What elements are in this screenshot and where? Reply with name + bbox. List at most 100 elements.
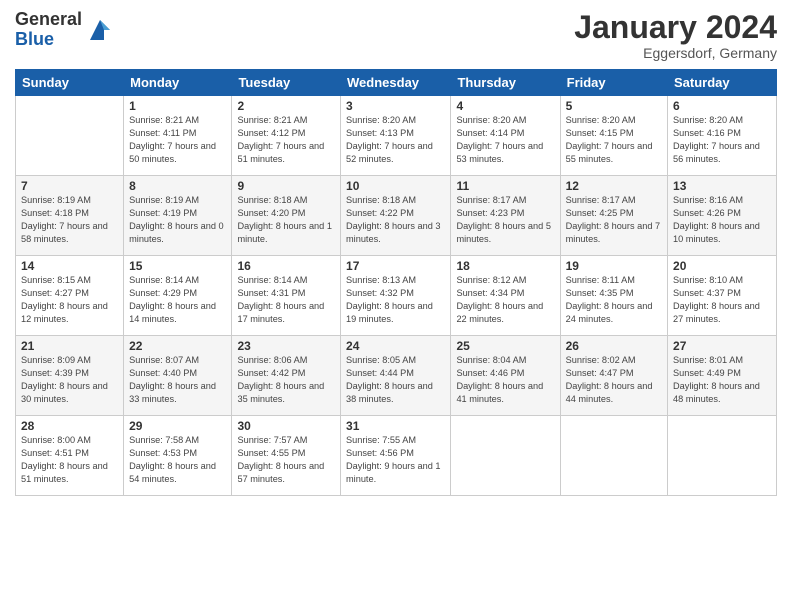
- day-info: Sunrise: 8:13 AMSunset: 4:32 PMDaylight:…: [346, 274, 445, 326]
- calendar-cell: 14Sunrise: 8:15 AMSunset: 4:27 PMDayligh…: [16, 256, 124, 336]
- day-info: Sunrise: 8:21 AMSunset: 4:12 PMDaylight:…: [237, 114, 335, 166]
- day-number: 11: [456, 179, 554, 193]
- day-number: 24: [346, 339, 445, 353]
- day-info: Sunrise: 8:18 AMSunset: 4:20 PMDaylight:…: [237, 194, 335, 246]
- day-info: Sunrise: 8:21 AMSunset: 4:11 PMDaylight:…: [129, 114, 226, 166]
- day-info: Sunrise: 8:18 AMSunset: 4:22 PMDaylight:…: [346, 194, 445, 246]
- calendar-cell: 18Sunrise: 8:12 AMSunset: 4:34 PMDayligh…: [451, 256, 560, 336]
- calendar-cell: 4Sunrise: 8:20 AMSunset: 4:14 PMDaylight…: [451, 96, 560, 176]
- logo-general-text: General: [15, 10, 82, 30]
- day-info: Sunrise: 8:17 AMSunset: 4:25 PMDaylight:…: [566, 194, 662, 246]
- calendar-cell: [560, 416, 667, 496]
- calendar-cell: 3Sunrise: 8:20 AMSunset: 4:13 PMDaylight…: [341, 96, 451, 176]
- header: General Blue January 2024 Eggersdorf, Ge…: [15, 10, 777, 61]
- calendar-cell: 16Sunrise: 8:14 AMSunset: 4:31 PMDayligh…: [232, 256, 341, 336]
- day-number: 15: [129, 259, 226, 273]
- calendar-cell: [668, 416, 777, 496]
- day-number: 6: [673, 99, 771, 113]
- day-info: Sunrise: 8:04 AMSunset: 4:46 PMDaylight:…: [456, 354, 554, 406]
- logo-blue-text: Blue: [15, 30, 82, 50]
- day-number: 7: [21, 179, 118, 193]
- page: General Blue January 2024 Eggersdorf, Ge…: [0, 0, 792, 612]
- calendar-cell: 27Sunrise: 8:01 AMSunset: 4:49 PMDayligh…: [668, 336, 777, 416]
- day-number: 21: [21, 339, 118, 353]
- day-info: Sunrise: 8:14 AMSunset: 4:31 PMDaylight:…: [237, 274, 335, 326]
- day-number: 17: [346, 259, 445, 273]
- calendar-day-header: Saturday: [668, 70, 777, 96]
- calendar-week-row: 7Sunrise: 8:19 AMSunset: 4:18 PMDaylight…: [16, 176, 777, 256]
- logo: General Blue: [15, 10, 114, 50]
- location: Eggersdorf, Germany: [574, 45, 777, 61]
- day-info: Sunrise: 8:11 AMSunset: 4:35 PMDaylight:…: [566, 274, 662, 326]
- calendar-cell: 31Sunrise: 7:55 AMSunset: 4:56 PMDayligh…: [341, 416, 451, 496]
- calendar-day-header: Sunday: [16, 70, 124, 96]
- day-number: 28: [21, 419, 118, 433]
- day-number: 25: [456, 339, 554, 353]
- calendar-cell: 9Sunrise: 8:18 AMSunset: 4:20 PMDaylight…: [232, 176, 341, 256]
- day-number: 16: [237, 259, 335, 273]
- day-number: 30: [237, 419, 335, 433]
- calendar-cell: 21Sunrise: 8:09 AMSunset: 4:39 PMDayligh…: [16, 336, 124, 416]
- calendar-day-header: Wednesday: [341, 70, 451, 96]
- calendar-cell: 12Sunrise: 8:17 AMSunset: 4:25 PMDayligh…: [560, 176, 667, 256]
- day-number: 14: [21, 259, 118, 273]
- day-info: Sunrise: 8:00 AMSunset: 4:51 PMDaylight:…: [21, 434, 118, 486]
- day-info: Sunrise: 8:09 AMSunset: 4:39 PMDaylight:…: [21, 354, 118, 406]
- calendar-cell: 20Sunrise: 8:10 AMSunset: 4:37 PMDayligh…: [668, 256, 777, 336]
- calendar-day-header: Monday: [124, 70, 232, 96]
- day-number: 2: [237, 99, 335, 113]
- day-number: 10: [346, 179, 445, 193]
- calendar-cell: 8Sunrise: 8:19 AMSunset: 4:19 PMDaylight…: [124, 176, 232, 256]
- calendar-week-row: 21Sunrise: 8:09 AMSunset: 4:39 PMDayligh…: [16, 336, 777, 416]
- day-info: Sunrise: 8:20 AMSunset: 4:13 PMDaylight:…: [346, 114, 445, 166]
- calendar-cell: 1Sunrise: 8:21 AMSunset: 4:11 PMDaylight…: [124, 96, 232, 176]
- day-info: Sunrise: 8:10 AMSunset: 4:37 PMDaylight:…: [673, 274, 771, 326]
- calendar-cell: 5Sunrise: 8:20 AMSunset: 4:15 PMDaylight…: [560, 96, 667, 176]
- day-info: Sunrise: 8:20 AMSunset: 4:14 PMDaylight:…: [456, 114, 554, 166]
- calendar-cell: 28Sunrise: 8:00 AMSunset: 4:51 PMDayligh…: [16, 416, 124, 496]
- day-info: Sunrise: 8:16 AMSunset: 4:26 PMDaylight:…: [673, 194, 771, 246]
- day-number: 5: [566, 99, 662, 113]
- day-info: Sunrise: 8:14 AMSunset: 4:29 PMDaylight:…: [129, 274, 226, 326]
- day-info: Sunrise: 8:15 AMSunset: 4:27 PMDaylight:…: [21, 274, 118, 326]
- calendar-cell: 13Sunrise: 8:16 AMSunset: 4:26 PMDayligh…: [668, 176, 777, 256]
- calendar-cell: 24Sunrise: 8:05 AMSunset: 4:44 PMDayligh…: [341, 336, 451, 416]
- calendar-week-row: 28Sunrise: 8:00 AMSunset: 4:51 PMDayligh…: [16, 416, 777, 496]
- calendar-cell: 23Sunrise: 8:06 AMSunset: 4:42 PMDayligh…: [232, 336, 341, 416]
- calendar: SundayMondayTuesdayWednesdayThursdayFrid…: [15, 69, 777, 496]
- day-number: 18: [456, 259, 554, 273]
- day-number: 23: [237, 339, 335, 353]
- day-info: Sunrise: 8:19 AMSunset: 4:19 PMDaylight:…: [129, 194, 226, 246]
- month-title: January 2024: [574, 10, 777, 45]
- day-number: 29: [129, 419, 226, 433]
- day-number: 26: [566, 339, 662, 353]
- day-info: Sunrise: 8:20 AMSunset: 4:15 PMDaylight:…: [566, 114, 662, 166]
- day-info: Sunrise: 7:57 AMSunset: 4:55 PMDaylight:…: [237, 434, 335, 486]
- calendar-day-header: Thursday: [451, 70, 560, 96]
- title-block: January 2024 Eggersdorf, Germany: [574, 10, 777, 61]
- day-info: Sunrise: 8:19 AMSunset: 4:18 PMDaylight:…: [21, 194, 118, 246]
- calendar-cell: 26Sunrise: 8:02 AMSunset: 4:47 PMDayligh…: [560, 336, 667, 416]
- calendar-cell: 11Sunrise: 8:17 AMSunset: 4:23 PMDayligh…: [451, 176, 560, 256]
- calendar-cell: 17Sunrise: 8:13 AMSunset: 4:32 PMDayligh…: [341, 256, 451, 336]
- day-number: 4: [456, 99, 554, 113]
- calendar-cell: 2Sunrise: 8:21 AMSunset: 4:12 PMDaylight…: [232, 96, 341, 176]
- day-info: Sunrise: 7:55 AMSunset: 4:56 PMDaylight:…: [346, 434, 445, 486]
- day-number: 8: [129, 179, 226, 193]
- day-number: 3: [346, 99, 445, 113]
- calendar-cell: 25Sunrise: 8:04 AMSunset: 4:46 PMDayligh…: [451, 336, 560, 416]
- day-number: 27: [673, 339, 771, 353]
- day-number: 20: [673, 259, 771, 273]
- day-info: Sunrise: 8:05 AMSunset: 4:44 PMDaylight:…: [346, 354, 445, 406]
- calendar-day-header: Tuesday: [232, 70, 341, 96]
- day-info: Sunrise: 8:17 AMSunset: 4:23 PMDaylight:…: [456, 194, 554, 246]
- day-number: 31: [346, 419, 445, 433]
- day-info: Sunrise: 8:01 AMSunset: 4:49 PMDaylight:…: [673, 354, 771, 406]
- calendar-cell: 29Sunrise: 7:58 AMSunset: 4:53 PMDayligh…: [124, 416, 232, 496]
- day-info: Sunrise: 8:06 AMSunset: 4:42 PMDaylight:…: [237, 354, 335, 406]
- calendar-cell: 7Sunrise: 8:19 AMSunset: 4:18 PMDaylight…: [16, 176, 124, 256]
- day-number: 1: [129, 99, 226, 113]
- day-number: 22: [129, 339, 226, 353]
- day-info: Sunrise: 8:12 AMSunset: 4:34 PMDaylight:…: [456, 274, 554, 326]
- day-info: Sunrise: 8:20 AMSunset: 4:16 PMDaylight:…: [673, 114, 771, 166]
